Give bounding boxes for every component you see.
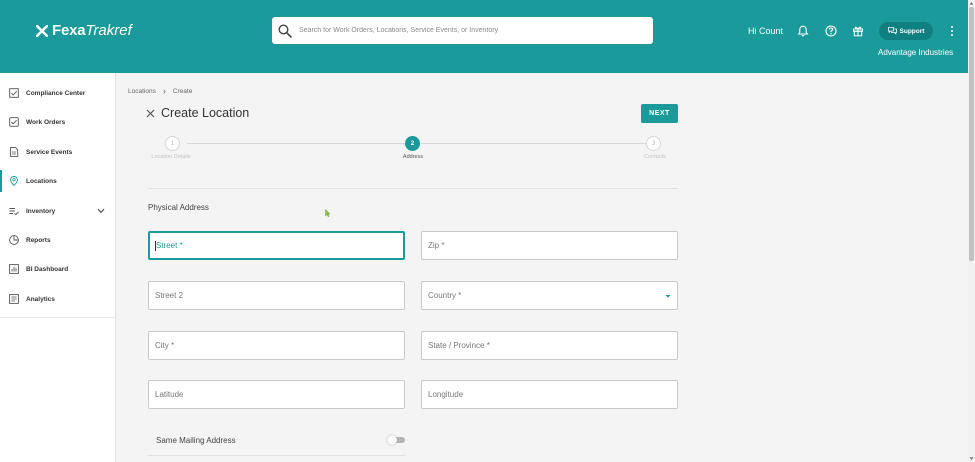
breadcrumb-chevron-icon: › <box>162 86 166 96</box>
longitude-label: Longitude <box>428 390 464 399</box>
sidebar: Compliance Center Work Orders Service Ev… <box>0 73 116 462</box>
chat-bubbles-icon <box>887 27 897 35</box>
stepper-connector <box>421 143 646 144</box>
sidebar-item-analytics[interactable]: Analytics <box>0 287 116 311</box>
latitude-label: Latitude <box>155 390 184 399</box>
breadcrumb: Locations › Create <box>128 86 192 96</box>
sidebar-item-reports[interactable]: Reports <box>0 228 116 252</box>
toggle-divider <box>148 455 405 456</box>
sidebar-item-locations[interactable]: Locations <box>0 169 116 193</box>
sidebar-item-label: Work Orders <box>26 118 66 126</box>
sidebar-item-service-events[interactable]: Service Events <box>0 140 116 164</box>
analytics-icon <box>9 294 19 304</box>
sidebar-item-label: Reports <box>26 236 51 244</box>
scroll-up-arrow-icon[interactable] <box>969 1 974 6</box>
support-label: Support <box>899 27 925 35</box>
gift-icon[interactable] <box>852 25 864 37</box>
sidebar-item-bi-dashboard[interactable]: BI Dashboard <box>0 257 116 281</box>
zip-field[interactable]: Zip * <box>421 231 678 260</box>
sidebar-item-label: BI Dashboard <box>26 265 69 273</box>
step-3-label: Contacts <box>644 154 666 160</box>
user-greeting[interactable]: Hi Count <box>748 26 783 36</box>
bi-dashboard-icon <box>9 264 19 274</box>
step-1-circle[interactable]: 1 <box>165 136 180 151</box>
country-label: Country * <box>428 291 462 300</box>
brand-logo[interactable]: Fexa Trakref <box>36 22 132 39</box>
inventory-icon <box>9 208 19 216</box>
caret-down-icon <box>665 295 671 298</box>
step-2-circle[interactable]: 2 <box>405 136 420 151</box>
global-search <box>272 17 653 44</box>
same-mailing-toggle[interactable] <box>387 435 405 445</box>
section-title: Physical Address <box>148 203 209 212</box>
logo-x-icon <box>36 24 48 37</box>
breadcrumb-create: Create <box>172 87 193 95</box>
scroll-down-arrow-icon[interactable] <box>969 456 974 461</box>
compliance-icon <box>9 88 19 98</box>
stepper-connector <box>187 143 405 144</box>
search-input[interactable] <box>299 27 639 34</box>
chevron-down-icon[interactable] <box>97 208 105 214</box>
same-mailing-label: Same Mailing Address <box>156 436 236 445</box>
location-pin-icon <box>10 176 18 186</box>
street-2-field[interactable]: Street 2 <box>148 281 405 310</box>
street-2-label: Street 2 <box>155 291 184 300</box>
help-icon[interactable] <box>825 25 837 37</box>
scrollbar-thumb[interactable] <box>969 7 974 261</box>
service-events-icon <box>10 147 19 157</box>
step-3-circle[interactable]: 3 <box>646 136 661 151</box>
close-icon[interactable] <box>146 109 155 118</box>
search-icon <box>278 23 292 38</box>
longitude-field[interactable]: Longitude <box>421 380 678 409</box>
sidebar-item-compliance-center[interactable]: Compliance Center <box>0 81 116 105</box>
street-label: Street * <box>156 241 183 250</box>
work-orders-icon <box>9 117 19 127</box>
zip-label: Zip * <box>428 241 445 250</box>
step-2-label: Address <box>402 154 424 160</box>
company-name[interactable]: Advantage Industries <box>878 48 953 57</box>
country-select[interactable]: Country * <box>421 281 678 310</box>
page-scrollbar[interactable] <box>968 0 975 462</box>
mouse-cursor-icon <box>325 209 331 217</box>
city-field[interactable]: City * <box>148 331 405 360</box>
next-button[interactable]: NEXT <box>641 104 678 123</box>
support-button[interactable]: Support <box>879 22 933 40</box>
breadcrumb-locations[interactable]: Locations <box>128 88 156 95</box>
sidebar-item-label: Inventory <box>26 207 56 215</box>
brand-name-bold: Fexa <box>52 22 86 39</box>
street-field[interactable]: Street * <box>148 231 405 260</box>
brand-name-light: Trakref <box>85 22 132 39</box>
step-1-label: Location Details <box>151 154 191 160</box>
sidebar-item-inventory[interactable]: Inventory <box>0 199 116 223</box>
state-province-label: State / Province * <box>428 341 490 350</box>
section-divider <box>148 188 678 189</box>
bell-icon[interactable] <box>797 25 809 37</box>
city-label: City * <box>155 341 175 350</box>
reports-icon <box>9 235 19 245</box>
page-title: Create Location <box>161 106 250 120</box>
sidebar-divider <box>0 317 116 318</box>
sidebar-item-label: Compliance Center <box>26 89 86 97</box>
sidebar-item-label: Analytics <box>26 295 55 303</box>
sidebar-item-label: Service Events <box>26 148 73 156</box>
sidebar-item-label: Locations <box>26 177 57 185</box>
app-header: FexaTrakref Hi Count Support Advantage I… <box>0 0 968 73</box>
more-options-icon[interactable] <box>949 25 955 37</box>
sidebar-item-work-orders[interactable]: Work Orders <box>0 110 116 134</box>
state-province-field[interactable]: State / Province * <box>421 331 678 360</box>
latitude-field[interactable]: Latitude <box>148 380 405 409</box>
toggle-knob <box>387 435 397 445</box>
